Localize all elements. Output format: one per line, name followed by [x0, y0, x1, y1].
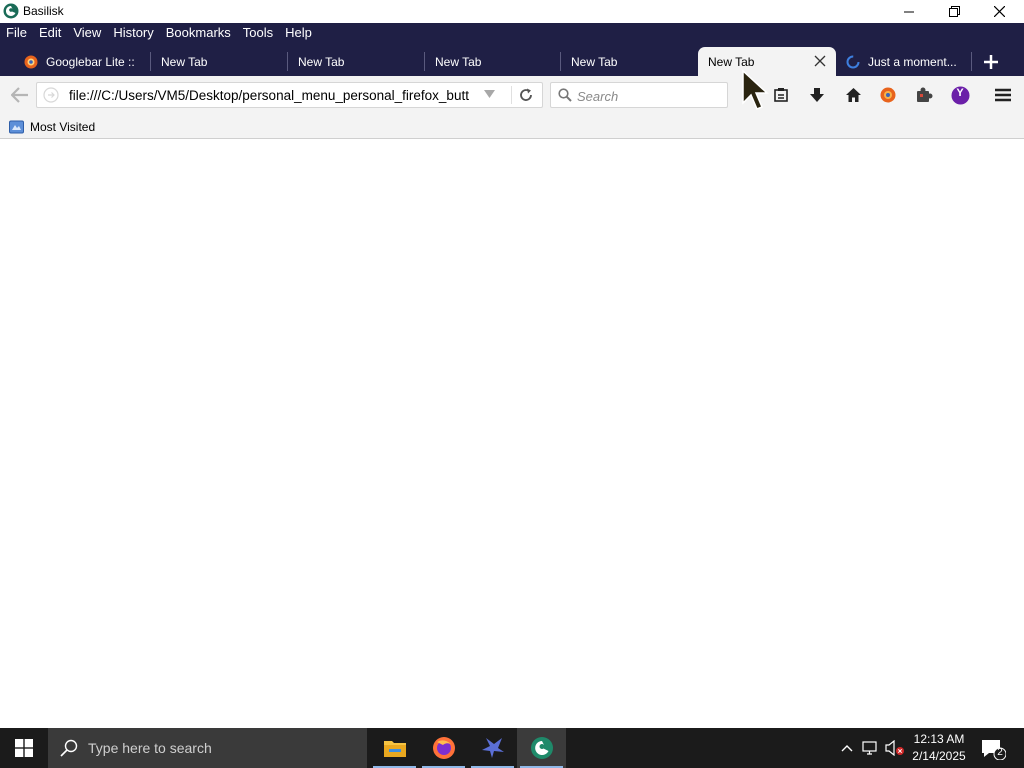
menu-bar: File Edit View History Bookmarks Tools H…: [0, 23, 318, 43]
clipboard-list-icon: [774, 88, 788, 102]
start-button[interactable]: [0, 728, 48, 768]
windows-logo-icon: [15, 739, 33, 757]
folder-bookmark-icon: [9, 120, 24, 134]
url-bar[interactable]: file:///C:/Users/VM5/Desktop/personal_me…: [36, 82, 543, 108]
url-divider: [511, 86, 512, 104]
menu-file[interactable]: File: [0, 23, 33, 43]
plus-icon: [984, 55, 998, 69]
bookmarks-toolbar: Most Visited: [0, 114, 1024, 139]
tab-strip: Googlebar Lite :: New Tab New Tab New Ta…: [0, 47, 1024, 76]
windows-taskbar: Type here to search 12:13 AM 2/14/2025 2: [0, 728, 1024, 768]
bird-app-icon: [481, 738, 504, 758]
reload-icon[interactable]: [518, 87, 534, 103]
volume-muted-icon: [885, 740, 904, 756]
url-dropdown-icon[interactable]: [484, 90, 495, 98]
tab-label: New Tab: [708, 54, 755, 69]
basilisk-icon: [530, 737, 553, 759]
navigation-toolbar: file:///C:/Users/VM5/Desktop/personal_me…: [0, 76, 1024, 114]
basilisk-logo-icon: [3, 3, 19, 19]
profile-initial: Y: [956, 87, 964, 99]
restore-icon: [948, 6, 960, 17]
notification-count: 2: [997, 747, 1003, 758]
network-icon: [862, 741, 877, 755]
url-text[interactable]: file:///C:/Users/VM5/Desktop/personal_me…: [69, 88, 479, 103]
restore-button[interactable]: [931, 0, 977, 23]
forward-arrow-icon[interactable]: [43, 87, 59, 103]
new-tab-button[interactable]: [980, 51, 1002, 73]
search-icon: [60, 739, 78, 757]
tab-new-tab-1[interactable]: New Tab: [151, 47, 288, 76]
puzzle-extension-icon: [917, 87, 933, 102]
minimize-icon: [904, 11, 914, 12]
taskbar-file-explorer[interactable]: [370, 728, 419, 768]
search-bar[interactable]: Search: [550, 82, 728, 108]
most-visited-bookmark[interactable]: Most Visited: [30, 120, 95, 134]
googlebar-extension-icon: [880, 87, 896, 103]
taskbar-clock[interactable]: 12:13 AM 2/14/2025: [908, 731, 970, 765]
menu-help[interactable]: Help: [279, 23, 318, 43]
hamburger-menu-icon: [995, 88, 1011, 102]
back-button[interactable]: [10, 85, 30, 105]
menu-edit[interactable]: Edit: [33, 23, 67, 43]
hamburger-menu-button[interactable]: [993, 85, 1013, 105]
minimize-button[interactable]: [886, 0, 932, 23]
tab-label: Googlebar Lite ::: [46, 54, 135, 69]
show-hidden-icons-button[interactable]: [838, 728, 856, 768]
tab-label: New Tab: [298, 54, 345, 69]
downloads-button[interactable]: [807, 85, 827, 105]
reading-list-button[interactable]: [771, 85, 791, 105]
extension-puzzle-button[interactable]: [914, 85, 934, 105]
file-explorer-icon: [383, 741, 406, 757]
tab-label: New Tab: [571, 54, 618, 69]
close-icon: [993, 6, 1005, 17]
tab-new-tab-4[interactable]: New Tab: [561, 47, 697, 76]
taskbar-search-box[interactable]: Type here to search: [48, 728, 367, 768]
tab-just-a-moment[interactable]: Just a moment...: [836, 47, 972, 76]
mouse-cursor-icon: [742, 69, 769, 110]
close-window-button[interactable]: [976, 0, 1022, 23]
tab-label: New Tab: [435, 54, 482, 69]
extension-googlebar-button[interactable]: [878, 85, 898, 105]
network-tray-button[interactable]: [860, 728, 882, 768]
tab-close-icon[interactable]: [814, 55, 826, 67]
search-icon: [558, 88, 572, 102]
taskbar-bird-app[interactable]: [468, 728, 517, 768]
googlebar-favicon-icon: [24, 55, 38, 68]
clock-time: 12:13 AM: [913, 732, 965, 746]
firefox-icon: [432, 737, 455, 759]
tab-label: Just a moment...: [868, 54, 957, 69]
menu-tools[interactable]: Tools: [237, 23, 279, 43]
download-arrow-icon: [810, 88, 824, 102]
taskbar-search-placeholder: Type here to search: [88, 740, 212, 756]
tab-new-tab-3[interactable]: New Tab: [425, 47, 561, 76]
title-bar: Basilisk: [0, 0, 1024, 23]
back-arrow-icon: [11, 87, 28, 103]
page-content[interactable]: [0, 139, 1024, 728]
taskbar-firefox[interactable]: [419, 728, 468, 768]
tab-googlebar-lite[interactable]: Googlebar Lite ::: [0, 47, 151, 76]
chevron-up-icon: [841, 745, 853, 752]
menu-view[interactable]: View: [67, 23, 107, 43]
search-placeholder: Search: [577, 89, 619, 104]
loading-spinner-icon: [846, 55, 860, 68]
menu-history[interactable]: History: [107, 23, 159, 43]
tab-divider: [971, 52, 972, 71]
menu-bookmarks[interactable]: Bookmarks: [160, 23, 237, 43]
tab-new-tab-2[interactable]: New Tab: [288, 47, 425, 76]
tab-label: New Tab: [161, 54, 208, 69]
clock-date: 2/14/2025: [912, 749, 966, 763]
action-center-button[interactable]: 2: [980, 738, 1007, 765]
taskbar-basilisk[interactable]: [517, 728, 566, 768]
home-button[interactable]: [843, 85, 863, 105]
volume-tray-button[interactable]: [884, 728, 906, 768]
window-title: Basilisk: [23, 4, 64, 18]
profile-button[interactable]: Y: [950, 85, 970, 105]
home-icon: [845, 88, 861, 102]
